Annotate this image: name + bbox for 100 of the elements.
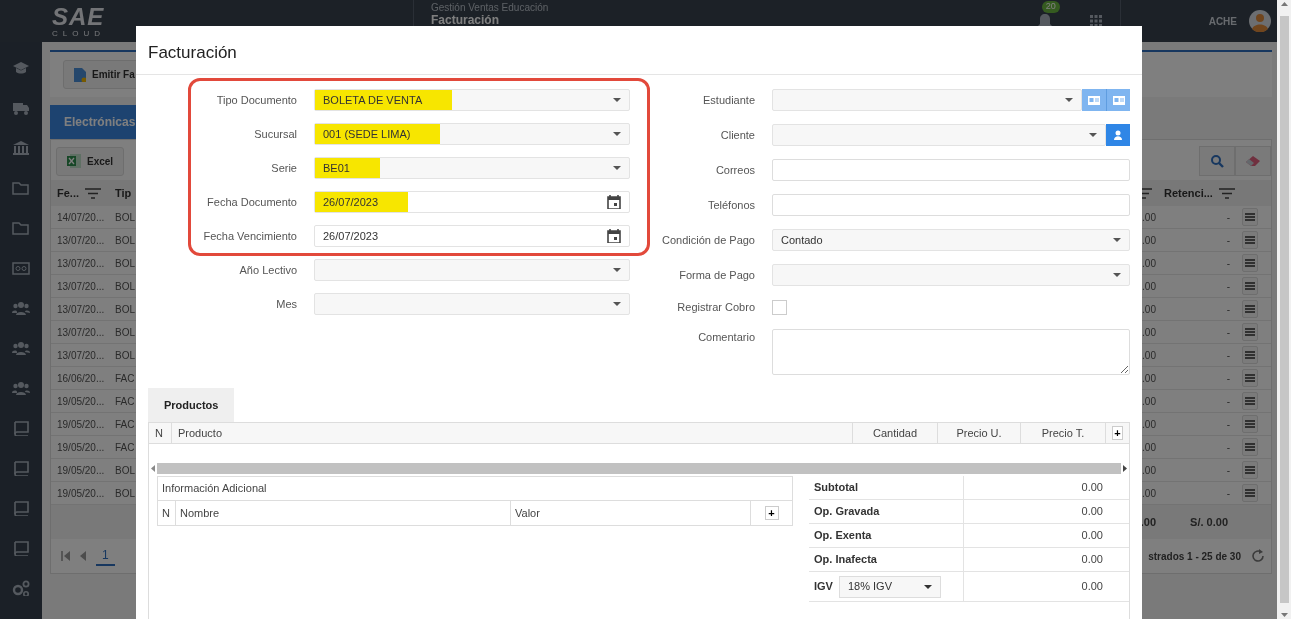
table-cell-text: 13/07/20... (57, 302, 105, 317)
table-cell-text: .00 (1142, 348, 1156, 363)
total-value: 0.00 (1081, 504, 1103, 520)
tax-select[interactable]: 18% IGV (838, 575, 941, 598)
column-header: Producto (171, 423, 852, 443)
table-cell-text: .00 (1142, 210, 1156, 225)
table-cell-text: - (1226, 463, 1230, 478)
table-cell-text: - (1226, 371, 1230, 386)
table-cell-text: BOL (115, 210, 135, 225)
field-label: Condición de Pago (661, 232, 755, 248)
column-header: Nombre (175, 501, 510, 525)
table-cell-text: 13/07/20... (57, 348, 105, 363)
highlighted-text: BE01 (315, 158, 380, 178)
total-label: Op. Inafecta (814, 552, 877, 568)
table-cell-text: - (1226, 325, 1230, 340)
total-label: Op. Exenta (814, 528, 872, 544)
table-cell-text: 13/07/20... (57, 256, 105, 271)
table-cell-text: 19/05/20... (57, 417, 105, 432)
field-label: Cliente (719, 127, 755, 143)
table-title: Información Adicional (162, 481, 267, 497)
field-label: Sucursal (253, 126, 297, 142)
column-header[interactable]: Retenci... (1158, 180, 1236, 206)
table-cell-text: BOL (115, 348, 135, 363)
table-cell-text: - (1226, 417, 1230, 432)
table-cell-text: .00 (1142, 279, 1156, 294)
table-cell-text: .00 (1142, 302, 1156, 317)
highlighted-text: 26/07/2023 (315, 192, 409, 212)
column-title: Fe... (57, 185, 79, 201)
total-value: 0.00 (1081, 579, 1103, 595)
field-label: Fecha Vencimiento (202, 228, 297, 244)
table-cell-text: 13/07/20... (57, 233, 105, 248)
total-value: 0.00 (1081, 480, 1103, 496)
table-cell-text: BOL (115, 325, 135, 340)
table-cell-text: - (1226, 256, 1230, 271)
column-header: Precio T. (1020, 423, 1105, 443)
table-cell-text: BOL (115, 302, 135, 317)
table-cell-text: .00 (1142, 394, 1156, 409)
module-name: Gestión Ventas Educación (431, 3, 549, 14)
table-cell-text: 19/05/20... (57, 463, 105, 478)
logo-tagline: CLOUD (52, 29, 106, 38)
add-button[interactable]: + (764, 506, 779, 520)
table-cell-text: FAC (115, 440, 135, 455)
table-cell-text: - (1226, 302, 1230, 317)
table-cell-text: 14/07/20... (57, 210, 105, 225)
table-cell-text: FAC (115, 394, 135, 409)
pager-summary: strados 1 - 25 de 30 (1148, 549, 1241, 564)
table-cell-text: .00 (1142, 233, 1156, 248)
total-label: Subtotal (814, 480, 858, 496)
page-title: Facturación (431, 13, 500, 27)
excel-button[interactable]: Excel (56, 146, 125, 176)
table-cell-text: .00 (1142, 440, 1156, 455)
table-cell-text: - (1226, 233, 1230, 248)
table-cell-text: FAC (115, 417, 135, 432)
table-cell-text: - (1226, 394, 1230, 409)
field-label: Comentario (697, 329, 755, 345)
table-cell-text: 13/07/20... (57, 279, 105, 294)
field-label: Tipo Documento (215, 92, 297, 108)
table-cell-text: .00 (1142, 256, 1156, 271)
table-cell-text: .00 (1142, 325, 1156, 340)
field-label: Mes (275, 296, 297, 312)
highlighted-text: BOLETA DE VENTA (315, 90, 453, 110)
table-cell-text: 16/06/20... (57, 371, 105, 386)
total-value: 0.00 (1081, 528, 1103, 544)
table-cell-text: - (1226, 279, 1230, 294)
select-field[interactable]: 001 (SEDE LIMA) (314, 123, 630, 145)
field-label: Estudiante (702, 92, 755, 108)
table-cell-text: BOL (115, 463, 135, 478)
column-header[interactable]: Fe... (51, 180, 109, 206)
total-label: IGV (814, 579, 833, 595)
table-cell-text: 19/05/20... (57, 394, 105, 409)
table-cell-text: .00 (1142, 371, 1156, 386)
field-label: Fecha Documento (206, 194, 297, 210)
table-cell-text: - (1226, 210, 1230, 225)
column-header: Valor (510, 501, 750, 525)
table-cell-text: BOL (115, 233, 135, 248)
field-label: Año Lectivo (238, 262, 297, 278)
total-cell-text: S/. 0.00 (1190, 514, 1228, 530)
column-header: N (154, 425, 164, 441)
table-cell-text: - (1226, 348, 1230, 363)
table-cell-text: .00 (1142, 486, 1156, 501)
total-value: 0.00 (1081, 552, 1103, 568)
table-cell-text: BOL (115, 256, 135, 271)
select-field[interactable]: BOLETA DE VENTA (314, 89, 630, 111)
notification-badge: 20 (1041, 1, 1060, 13)
tab[interactable]: Productos (148, 387, 235, 422)
field-label: Teléfonos (706, 197, 755, 213)
table-cell-text: 13/07/20... (57, 325, 105, 340)
add-button[interactable]: + (1112, 426, 1123, 440)
field-label: Registrar Cobro (676, 300, 755, 315)
field-label: Correos (714, 162, 755, 178)
column-header: Cantidad (852, 423, 937, 443)
date-field[interactable]: 26/07/2023 (314, 225, 630, 247)
select-field[interactable]: BE01 (314, 157, 630, 179)
column-title: Retenci... (1164, 185, 1213, 201)
date-field[interactable]: 26/07/2023 (314, 191, 630, 213)
total-label: Op. Gravada (814, 504, 880, 520)
table-cell-text: - (1226, 486, 1230, 501)
column-header: N (161, 505, 171, 521)
table-cell-text: .00 (1142, 417, 1156, 432)
select-field[interactable]: Contado (772, 229, 1130, 251)
